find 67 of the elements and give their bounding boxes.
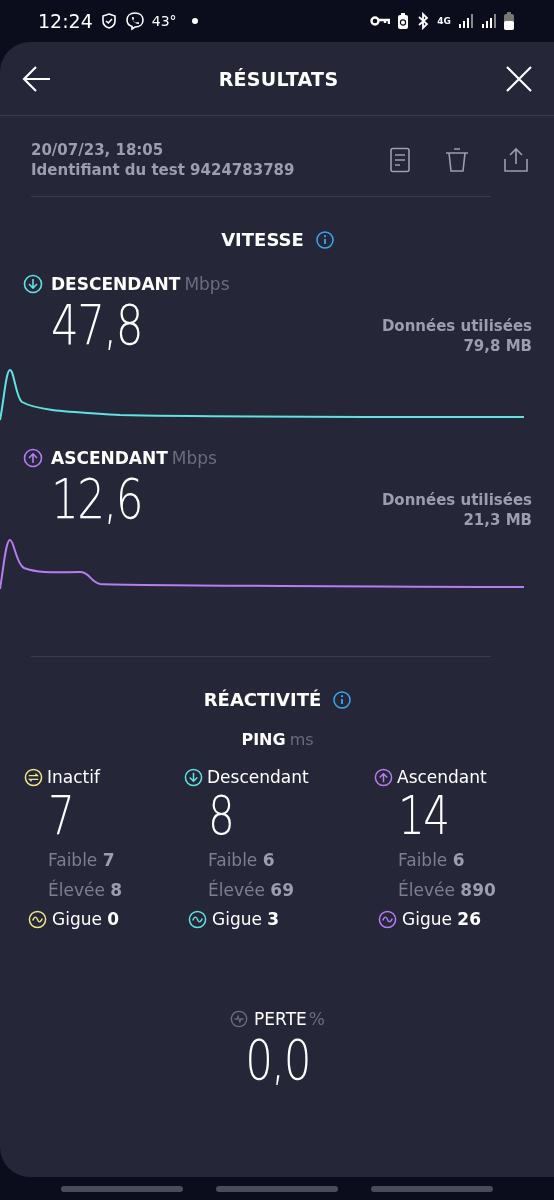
ping-value: 8 [208,787,234,845]
data-used-value: 79,8 MB [463,336,532,356]
ping-high: Élevée 8 [48,878,123,902]
speed-label: DESCENDANT [51,274,181,294]
close-button[interactable] [505,64,533,93]
loss-label: PERTE [254,1009,307,1029]
test-id: Identifiant du test 9424783789 [31,160,295,180]
jitter-icon [188,909,207,929]
jitter-value: Gigue 3 [212,909,280,929]
ping-low: Faible 6 [208,849,275,872]
battery-saver-icon [397,12,410,30]
ping-column-label: Ascendant [397,767,487,787]
shield-icon [99,12,118,30]
network-type: 4G [437,16,451,26]
info-icon[interactable] [315,230,334,249]
ping-high: Élevée 69 [208,878,294,902]
document-icon [389,147,411,173]
bluetooth-icon [416,12,431,30]
ping-value: 7 [48,787,74,845]
speed-unit: Mbps [171,448,217,468]
dot-icon [191,18,198,24]
nav-handle[interactable] [61,1185,183,1192]
speed-value: 47,8 [51,294,142,356]
speed-label: ASCENDANT [51,448,168,468]
ping-low: Faible 7 [48,849,115,872]
share-button[interactable] [503,147,529,173]
trash-icon [445,147,469,173]
details-button[interactable] [389,147,411,173]
ping-column-label: Descendant [207,767,309,787]
speed-value: 12,6 [51,468,142,530]
back-button[interactable] [22,64,52,93]
speed-unit: Mbps [184,274,230,294]
ping-value: 14 [398,787,449,845]
battery-icon [504,12,514,30]
delete-button[interactable] [445,147,469,173]
loss-icon [230,1010,249,1028]
status-time: 12:24 [38,10,93,32]
temperature: 43° [151,13,177,29]
data-used-value: 21,3 MB [463,510,532,530]
idle-icon [24,767,43,787]
nav-handle[interactable] [371,1185,493,1192]
ping-low: Faible 6 [398,849,465,872]
phone-bubble-icon [124,11,145,31]
section-title: VITESSE [221,229,304,250]
share-icon [503,147,529,173]
ping-label: PING [241,730,286,749]
loss-value: 0,0 [245,1029,310,1091]
jitter-value: Gigue 0 [52,909,120,929]
nav-handle[interactable] [216,1185,338,1192]
ping-column-label: Inactif [47,767,100,787]
key-icon [370,15,391,27]
jitter-icon [28,909,47,929]
info-icon[interactable] [333,690,352,709]
ping-high: Élevée 890 [398,878,496,902]
close-icon [505,64,533,93]
back-arrow-icon [22,64,52,93]
page-title: RÉSULTATS [218,67,339,90]
data-used-label: Données utilisées [381,490,532,510]
ping-unit: ms [289,730,314,749]
signal-icon [458,13,474,29]
loss-unit: % [308,1009,325,1029]
data-used-label: Données utilisées [381,316,532,336]
jitter-icon [378,909,397,929]
section-title: RÉACTIVITÉ [203,689,322,710]
signal-icon [481,13,497,29]
jitter-value: Gigue 26 [402,909,481,929]
test-date: 20/07/23, 18:05 [31,140,165,160]
